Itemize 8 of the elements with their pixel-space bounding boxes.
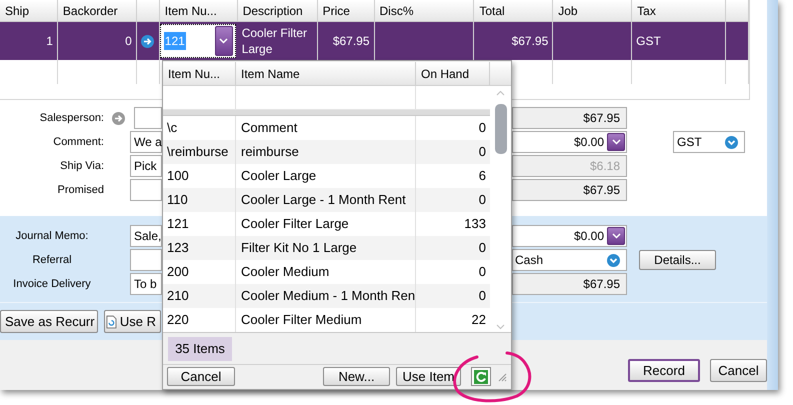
item-count: 35 Items [168,336,232,360]
field-label: Referral [32,252,72,268]
field-label: Promised [58,182,104,198]
field-label: Invoice Delivery [13,276,91,292]
field-label: Journal Memo: [16,228,88,244]
field-label: Salesperson: [40,110,104,126]
field-label: Comment: [53,134,104,150]
field-label: Ship Via: [60,158,104,174]
